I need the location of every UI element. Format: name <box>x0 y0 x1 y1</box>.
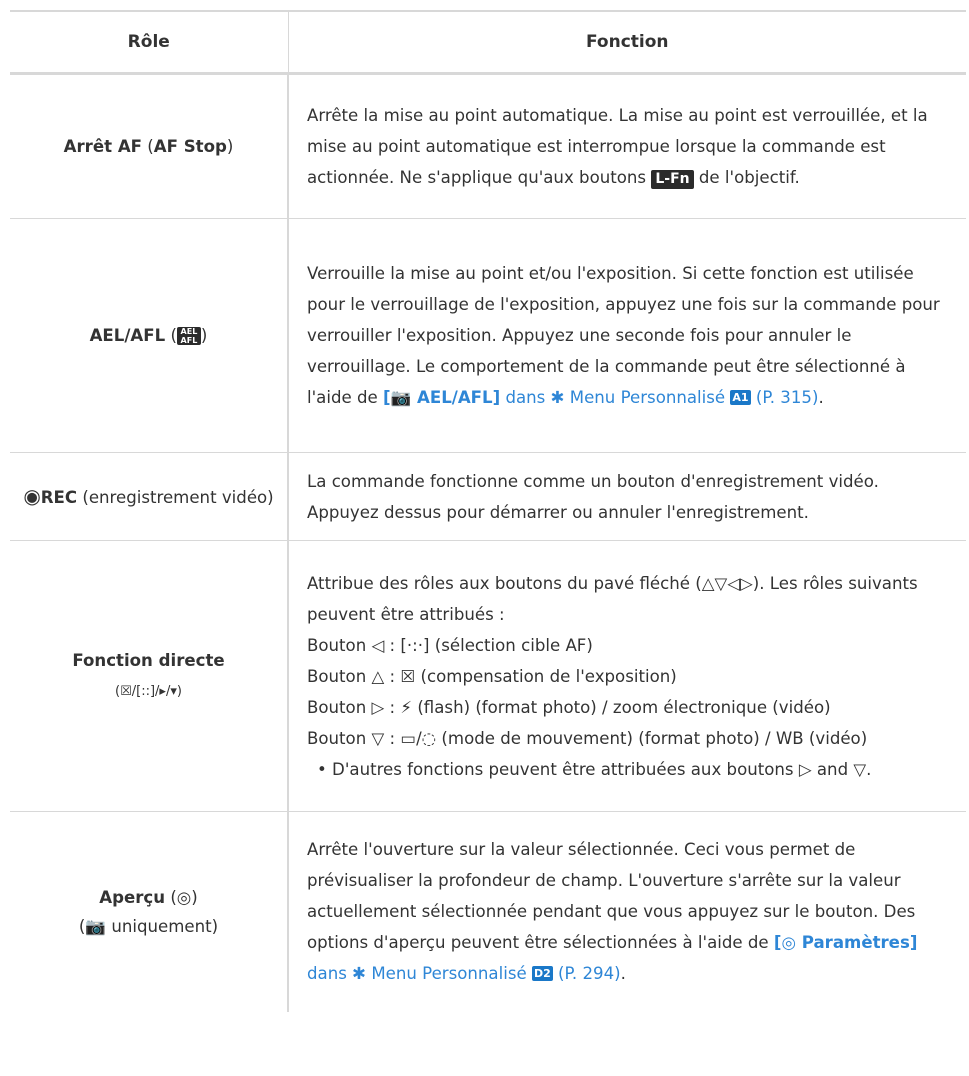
role-cell: Arrêt AF (AF Stop) <box>10 73 289 219</box>
function-text: . <box>620 964 626 984</box>
table-header-row: Rôle Fonction <box>10 12 966 75</box>
role-name: REC <box>40 487 78 507</box>
table-row: ◉REC (enregistrement vidéo) La commande … <box>10 452 966 541</box>
menu-link-label: [📷 AEL/AFL] <box>383 388 501 407</box>
role-name: Aperçu <box>99 887 166 907</box>
page-ref: (P. 315) <box>750 388 819 407</box>
role-paren: ( <box>142 137 154 156</box>
role-paren: ) <box>226 137 234 156</box>
function-text: Arrête la mise au point automatique. La … <box>307 106 928 187</box>
function-text: Attribue des rôles aux boutons du pavé f… <box>307 573 918 624</box>
role-cell: Fonction directe (☒/[::]/▸/▾) <box>10 540 289 812</box>
table-row: AEL/AFL (AEL AFL) Verrouille la mise au … <box>10 218 966 453</box>
ael-afl-icon: AEL AFL <box>176 327 201 345</box>
role-cell: Aperçu (◎) (📷 uniquement) <box>10 811 289 1012</box>
role-icons: (☒/[::]/▸/▾) <box>115 684 182 699</box>
note-bullet: • D'autres fonctions peuvent être attrib… <box>317 759 872 779</box>
role-cell: AEL/AFL (AEL AFL) <box>10 218 289 453</box>
role-alt-name: AF Stop <box>153 137 227 156</box>
menu-link-text: dans ✱ Menu Personnalisé <box>500 388 731 407</box>
function-cell: Attribue des rôles aux boutons du pavé f… <box>288 540 966 812</box>
page-ref: (P. 294) <box>552 964 621 984</box>
button-up-line: Bouton △ : ☒ (compensation de l'expositi… <box>307 666 677 686</box>
lfn-icon: L-Fn <box>651 170 694 189</box>
role-function-table: Rôle Fonction Arrêt AF (AF Stop) Arrête … <box>10 12 966 1012</box>
function-cell: Arrête l'ouverture sur la valeur sélecti… <box>288 812 966 1012</box>
menu-link-label: [◎ Paramètres] <box>773 933 918 953</box>
role-paren: ( <box>165 326 177 345</box>
function-text: . <box>818 388 824 407</box>
role-name: Arrêt AF <box>63 137 142 156</box>
table-row: Aperçu (◎) (📷 uniquement) Arrête l'ouver… <box>10 811 966 1012</box>
preview-icon: (◎) <box>165 887 198 907</box>
table-row: Arrêt AF (AF Stop) Arrête la mise au poi… <box>10 73 966 219</box>
record-icon: ◉ <box>23 483 41 508</box>
button-left-line: Bouton ◁ : [·:·] (sélection cible AF) <box>307 635 593 655</box>
button-down-line: Bouton ▽ : ▭/◌ (mode de mouvement) (form… <box>307 728 868 748</box>
role-name: AEL/AFL <box>89 326 166 345</box>
role-desc: (enregistrement vidéo) <box>77 487 274 507</box>
menu-link-text: dans ✱ Menu Personnalisé <box>307 964 532 984</box>
button-right-line: Bouton ▷ : ⚡ (flash) (format photo) / zo… <box>307 697 831 717</box>
role-paren: ) <box>200 326 208 345</box>
menu-tab-a1-icon: A1 <box>730 390 751 405</box>
function-text: de l'objectif. <box>693 168 800 187</box>
menu-tab-d2-icon: D2 <box>531 966 553 982</box>
function-text: La commande fonctionne comme un bouton d… <box>307 471 879 522</box>
function-cell: Arrête la mise au point automatique. La … <box>288 73 966 219</box>
role-desc: (📷 uniquement) <box>78 916 219 936</box>
role-cell: ◉REC (enregistrement vidéo) <box>10 452 289 541</box>
role-name: Fonction directe <box>72 651 225 670</box>
table-row: Fonction directe (☒/[::]/▸/▾) Attribue d… <box>10 540 966 812</box>
header-function: Fonction <box>288 12 966 75</box>
function-text: Verrouille la mise au point et/ou l'expo… <box>307 264 940 407</box>
function-cell: Verrouille la mise au point et/ou l'expo… <box>288 218 966 453</box>
function-cell: La commande fonctionne comme un bouton d… <box>288 452 966 541</box>
header-role: Rôle <box>10 12 289 75</box>
menu-link[interactable]: [📷 AEL/AFL] dans ✱ Menu Personnalisé A1 … <box>383 388 818 407</box>
